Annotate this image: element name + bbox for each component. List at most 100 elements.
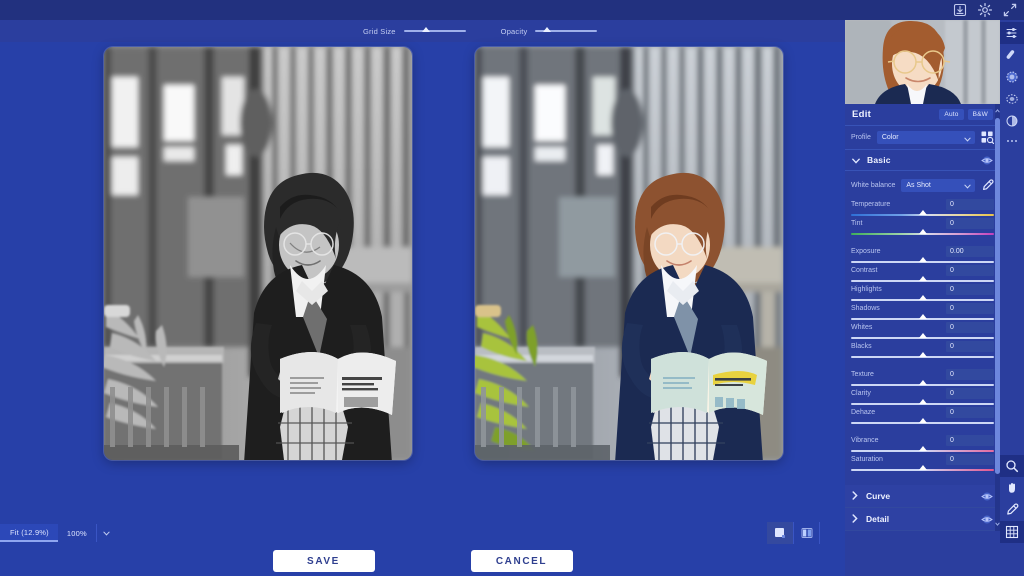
zoom-magnifier-tool[interactable] [1000, 455, 1024, 477]
slider-row-temperature: Temperature 0 [851, 198, 994, 216]
profile-select-value: Color [881, 134, 899, 141]
photo-editor-window: Grid Size Opacity × [0, 0, 1024, 576]
slider-thumb[interactable] [918, 295, 927, 300]
slider-row-shadows: Shadows 0 [851, 302, 994, 320]
page-title: Edit [852, 109, 872, 120]
slider-value: 0 [950, 343, 954, 350]
black-and-white-button[interactable]: B&W [967, 109, 993, 120]
section-visibility-icon[interactable] [981, 515, 993, 524]
slider-thumb[interactable] [918, 314, 927, 319]
before-black-and-white-preview [104, 47, 412, 460]
section-curve[interactable]: Curve [845, 485, 1000, 508]
fullscreen-expand-icon[interactable] [1002, 2, 1018, 18]
section-detail[interactable]: Detail [845, 508, 1000, 531]
opacity-slider[interactable] [535, 27, 598, 32]
slider-thumb[interactable] [918, 210, 927, 215]
slider-value-box[interactable]: 0 [946, 341, 994, 352]
slider-label: Clarity [851, 390, 871, 397]
grid-overlay-tool[interactable] [1000, 521, 1024, 543]
slider-value: 0 [950, 437, 954, 444]
slider-thumb[interactable] [918, 229, 927, 234]
slider-value-box[interactable]: 0 [946, 218, 994, 229]
slider-value-box[interactable]: 0 [946, 265, 994, 276]
slider-label: Texture [851, 371, 874, 378]
slider-thumb[interactable] [918, 418, 927, 423]
section-visibility-icon[interactable] [981, 492, 993, 501]
slider-value-box[interactable]: 0 [946, 388, 994, 399]
slider-track[interactable] [851, 257, 994, 263]
chevron-down-icon [964, 129, 971, 147]
title-bar [0, 0, 1024, 20]
slider-thumb[interactable] [918, 380, 927, 385]
slider-value: 0 [950, 267, 954, 274]
slider-thumb[interactable] [918, 257, 927, 262]
slider-thumb[interactable] [918, 446, 927, 451]
slider-track[interactable] [851, 380, 994, 386]
slider-thumb[interactable] [918, 276, 927, 281]
save-button[interactable]: SAVE [272, 550, 375, 572]
slider-track[interactable] [851, 276, 994, 282]
eyedropper-tool[interactable] [1000, 499, 1024, 521]
before-image-panel[interactable] [104, 47, 412, 460]
profile-browser-icon[interactable] [981, 131, 994, 144]
slider-track[interactable] [851, 229, 994, 235]
slider-value-box[interactable]: 0.00 [946, 246, 994, 257]
slider-value-box[interactable]: 0 [946, 199, 994, 210]
slider-thumb[interactable] [918, 399, 927, 404]
slider-row-vibrance: Vibrance 0 [851, 434, 994, 452]
profile-select[interactable]: Color [876, 129, 975, 147]
section-basic-label: Basic [867, 155, 891, 165]
slider-value-box[interactable]: 0 [946, 454, 994, 465]
slider-track[interactable] [851, 333, 994, 339]
white-balance-select[interactable]: As Shot [901, 178, 975, 192]
slider-track[interactable] [851, 446, 994, 452]
single-view-toggle[interactable] [767, 522, 793, 544]
masking-brush-tool[interactable] [1000, 66, 1024, 88]
slider-value-box[interactable]: 0 [946, 369, 994, 380]
zoom-dropdown-caret-icon[interactable] [95, 524, 116, 542]
export-download-icon[interactable] [952, 2, 968, 18]
slider-track[interactable] [851, 418, 994, 424]
white-balance-eyedropper-icon[interactable] [981, 178, 994, 192]
edit-adjustments-tool[interactable] [1000, 22, 1024, 44]
radial-gradient-tool[interactable] [1000, 88, 1024, 110]
settings-gear-icon[interactable] [977, 2, 993, 18]
section-label: Curve [866, 491, 891, 501]
slider-track[interactable] [851, 210, 994, 216]
slider-value-box[interactable]: 0 [946, 303, 994, 314]
slider-track[interactable] [851, 399, 994, 405]
split-view-toggle[interactable] [793, 522, 819, 544]
slider-value-box[interactable]: 0 [946, 407, 994, 418]
grid-size-slider-thumb[interactable] [422, 27, 431, 32]
slider-value: 0 [950, 220, 954, 227]
after-image-panel[interactable] [475, 47, 783, 460]
slider-track[interactable] [851, 314, 994, 320]
zoom-100-button[interactable]: 100% [58, 524, 96, 542]
slider-track[interactable] [851, 295, 994, 301]
linear-gradient-tool[interactable] [1000, 110, 1024, 132]
slider-label: Dehaze [851, 409, 876, 416]
navigator-preview[interactable] [845, 20, 1000, 104]
slider-value-box[interactable]: 0 [946, 322, 994, 333]
auto-button[interactable]: Auto [939, 109, 964, 120]
healing-brush-tool[interactable] [1000, 44, 1024, 66]
zoom-level-control: Fit (12.9%) 100% [0, 524, 116, 542]
slider-track[interactable] [851, 352, 994, 358]
slider-thumb[interactable] [918, 352, 927, 357]
slider-row-contrast: Contrast 0 [851, 264, 994, 282]
opacity-slider-thumb[interactable] [542, 27, 551, 32]
grid-size-slider[interactable] [403, 27, 466, 32]
cancel-button[interactable]: CANCEL [470, 550, 573, 572]
chevron-right-icon [852, 510, 858, 528]
slider-track[interactable] [851, 465, 994, 471]
slider-value-box[interactable]: 0 [946, 284, 994, 295]
section-basic-header[interactable]: Basic [845, 150, 1000, 171]
grid-size-control: Grid Size [363, 27, 466, 36]
slider-value-box[interactable]: 0 [946, 435, 994, 446]
pan-hand-tool[interactable] [1000, 477, 1024, 499]
more-tools-icon[interactable] [1000, 132, 1024, 150]
section-visibility-icon[interactable] [981, 156, 993, 165]
slider-thumb[interactable] [918, 333, 927, 338]
zoom-fit-button[interactable]: Fit (12.9%) [0, 524, 58, 542]
slider-thumb[interactable] [918, 465, 927, 470]
